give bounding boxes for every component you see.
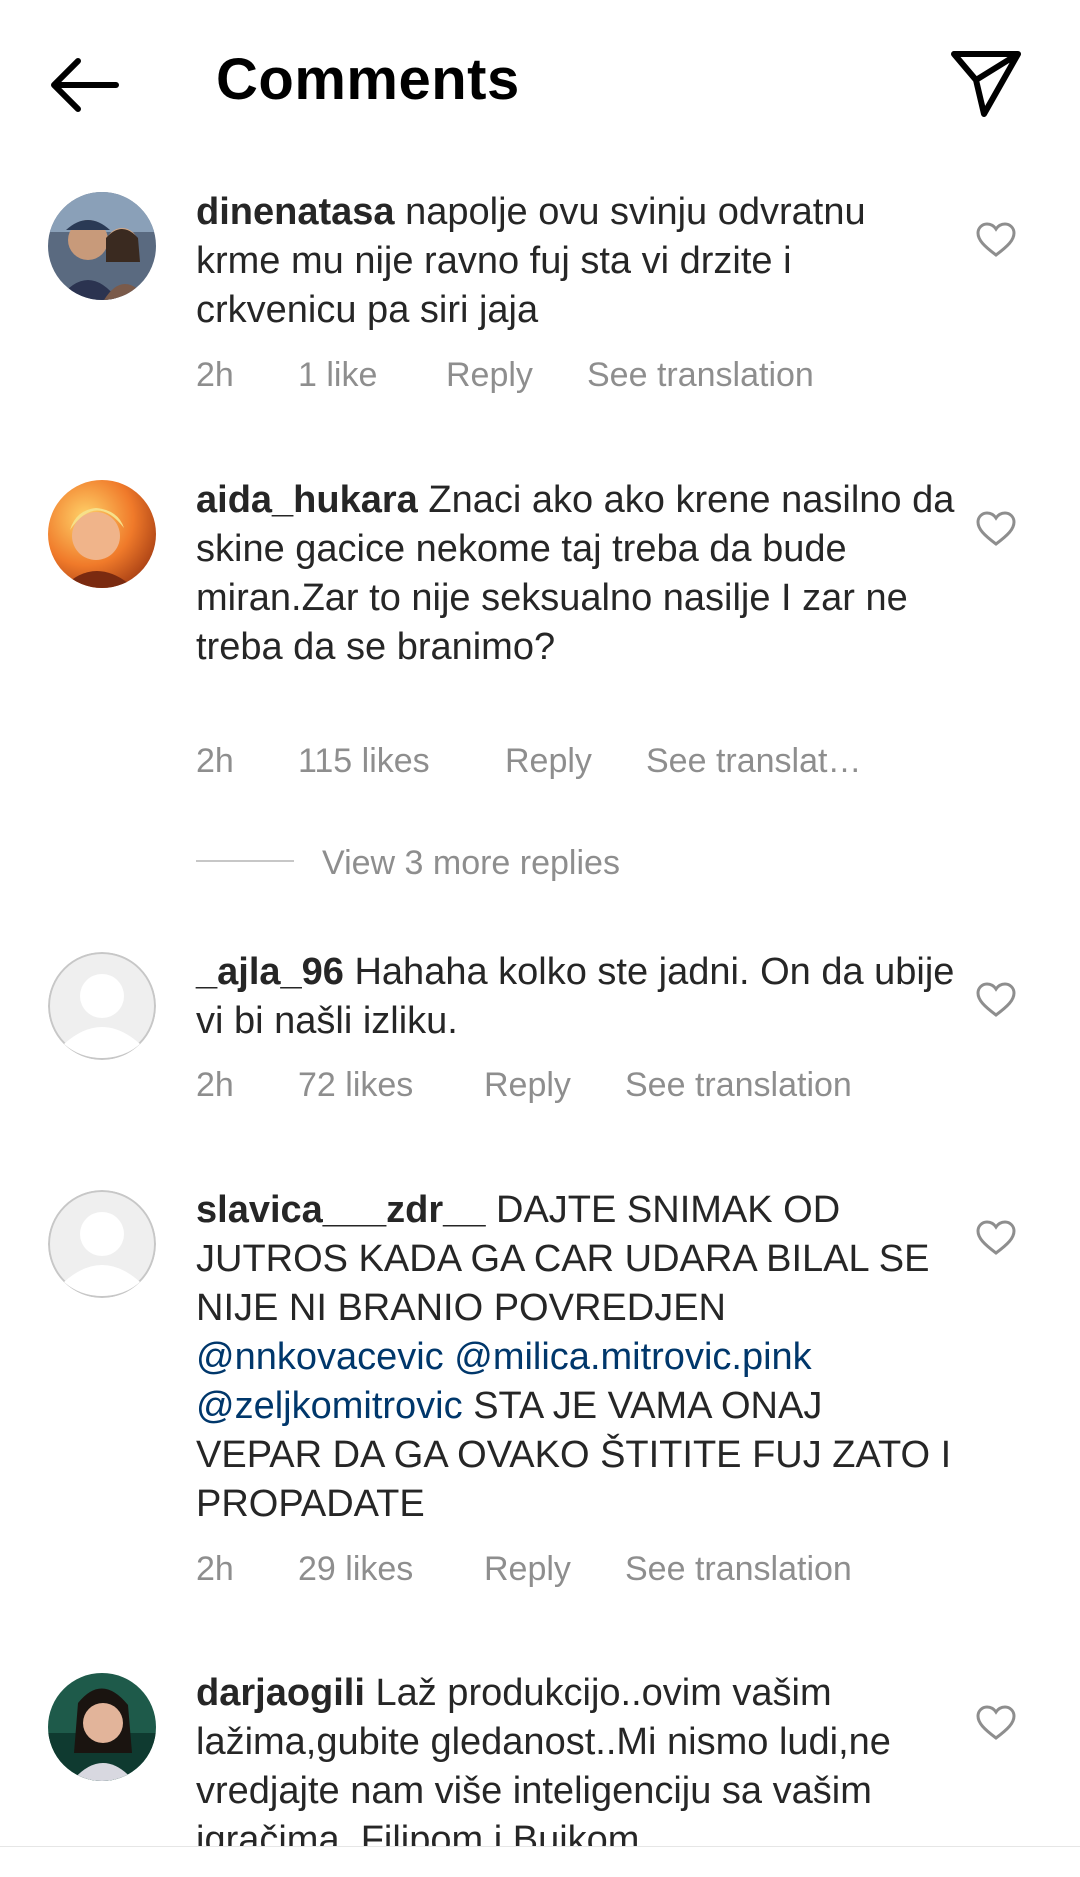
comment-username[interactable]: darjaogili xyxy=(196,1672,365,1714)
comment-text: darjaogili Laž produkcijo..ovim vašim la… xyxy=(196,1669,956,1846)
comment-item: darjaogili Laž produkcijo..ovim vašim la… xyxy=(0,0,1080,1846)
heart-outline-icon[interactable] xyxy=(976,1705,1016,1741)
avatar[interactable] xyxy=(48,1673,156,1781)
bottom-divider xyxy=(0,1846,1080,1847)
